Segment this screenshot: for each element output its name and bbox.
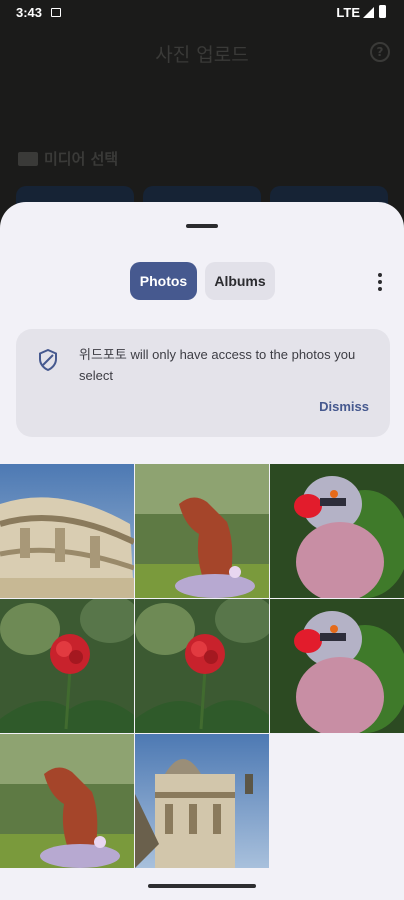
media-section-label: 미디어 선택: [44, 150, 119, 168]
tab-albums[interactable]: Albums: [205, 262, 275, 300]
banner-message: 위드포토 will only have access to the photos…: [79, 347, 356, 383]
status-time: 3:43: [16, 5, 43, 20]
gesture-nav-bar[interactable]: [148, 884, 256, 888]
photo-thumbnail[interactable]: [270, 599, 404, 733]
photo-thumbnail[interactable]: [135, 734, 269, 868]
tab-photos[interactable]: Photos: [130, 262, 197, 300]
help-icon[interactable]: ?: [370, 42, 390, 62]
photo-thumbnail[interactable]: [0, 734, 134, 868]
more-options-icon[interactable]: [378, 273, 382, 291]
photo-picker-sheet: Photos Albums 위드포토 will only have access…: [0, 202, 404, 900]
camera-icon: [18, 152, 38, 166]
signal-icon: [363, 7, 374, 18]
app-title: 사진 업로드: [155, 44, 249, 66]
status-bar: 3:43 LTE: [0, 0, 404, 26]
drag-handle[interactable]: [186, 224, 218, 228]
access-info-banner: 위드포토 will only have access to the photos…: [16, 329, 390, 437]
dismiss-button[interactable]: Dismiss: [319, 399, 369, 414]
photo-thumbnail[interactable]: [0, 464, 134, 598]
media-section-title: 미디어 선택: [18, 148, 118, 169]
shield-icon: [39, 349, 57, 371]
photo-thumbnail[interactable]: [135, 464, 269, 598]
battery-icon: [379, 5, 386, 18]
photo-thumbnail[interactable]: [270, 464, 404, 598]
photo-thumbnail[interactable]: [135, 599, 269, 733]
sim-icon: [51, 8, 61, 17]
photo-thumbnail[interactable]: [0, 599, 134, 733]
network-type: LTE: [336, 5, 360, 20]
